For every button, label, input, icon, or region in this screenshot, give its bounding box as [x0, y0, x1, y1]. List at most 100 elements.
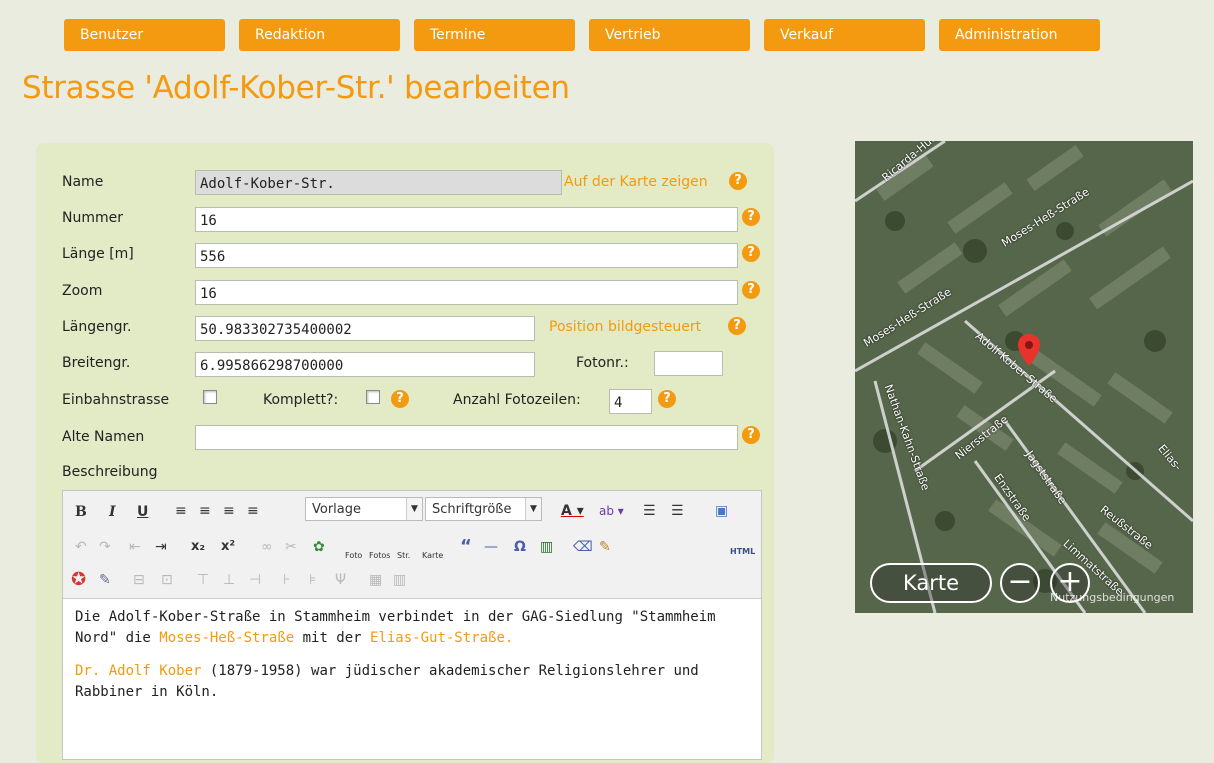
einbahn-checkbox[interactable] — [203, 390, 217, 404]
laengengr-field[interactable]: 50.983302735400002 — [195, 316, 535, 341]
font-size-select[interactable]: Schriftgröße ▼ — [425, 497, 542, 521]
align-center-icon[interactable]: ≡ — [199, 502, 211, 520]
numbered-list-icon[interactable]: ☰ — [671, 502, 684, 520]
cleanup-icon[interactable]: ✎ — [599, 538, 611, 556]
description-editor: B I U ≡ ≡ ≡ ≡ Vorlage ▼ Schriftgröße ▼ A ▾… — [62, 490, 762, 760]
insert-row-after-icon[interactable]: ⊥ — [223, 571, 235, 589]
breitengr-label: Breitengr. — [62, 355, 131, 371]
nummer-field[interactable]: 16 — [195, 207, 738, 232]
editor-content[interactable]: Die Adolf-Kober-Straße in Stammheim verb… — [63, 599, 761, 703]
align-right-icon[interactable]: ≡ — [223, 502, 235, 520]
street-button[interactable]: Str. — [397, 547, 410, 565]
subscript-button[interactable]: x₂ — [191, 538, 205, 556]
help-icon[interactable]: ? — [728, 317, 746, 335]
html-button[interactable]: HTML — [730, 543, 755, 561]
map-button[interactable]: Karte — [422, 547, 443, 565]
bold-button[interactable]: B — [75, 503, 87, 521]
einbahn-label: Einbahnstrasse — [62, 392, 170, 408]
moses-hess-link[interactable]: Moses-Heß-Straße — [159, 630, 294, 646]
help-icon[interactable]: ? — [391, 390, 409, 408]
beschreibung-label: Beschreibung — [62, 464, 158, 480]
help-icon[interactable]: ? — [742, 281, 760, 299]
help-icon[interactable]: ? — [742, 426, 760, 444]
bullet-list-icon[interactable]: ☰ — [643, 502, 656, 520]
alte-namen-label: Alte Namen — [62, 429, 145, 445]
quote-button[interactable]: “ — [460, 538, 472, 556]
alte-namen-field[interactable] — [195, 425, 738, 450]
table-col-icon[interactable]: ⊡ — [161, 571, 173, 589]
special-char-button[interactable]: Ω — [514, 538, 526, 556]
help-icon[interactable]: ? — [742, 244, 760, 262]
table-row-icon[interactable]: ⊟ — [133, 571, 145, 589]
nav-verkauf[interactable]: Verkauf — [764, 19, 925, 51]
underline-button[interactable]: U — [137, 503, 148, 521]
delete-row-icon[interactable]: ⊣ — [249, 571, 261, 589]
image-icon[interactable]: ✿ — [313, 538, 325, 556]
fotozeilen-field[interactable]: 4 — [609, 389, 652, 414]
eraser-icon[interactable]: ⌫ — [573, 538, 593, 556]
align-left-icon[interactable]: ≡ — [175, 502, 187, 520]
fotozeilen-label: Anzahl Fotozeilen: — [453, 392, 581, 408]
format-select-value: Vorlage — [312, 502, 362, 517]
help-icon[interactable]: ? — [729, 172, 747, 190]
editor-toolbar: B I U ≡ ≡ ≡ ≡ Vorlage ▼ Schriftgröße ▼ A ▾… — [63, 491, 761, 599]
split-cell-icon[interactable]: ▦ — [369, 571, 382, 589]
satellite-map[interactable]: Ricarda-Huch Moses-Heß-Straße Moses-Heß-… — [855, 141, 1193, 613]
insert-row-before-icon[interactable]: ⊤ — [197, 571, 209, 589]
fullscreen-icon[interactable]: ▣ — [715, 502, 728, 520]
komplett-label: Komplett?: — [263, 392, 339, 408]
chevron-down-icon: ▼ — [525, 498, 541, 520]
text-color-icon[interactable]: A ▾ — [561, 502, 584, 520]
nav-benutzer[interactable]: Benutzer — [64, 19, 225, 51]
insert-col-after-icon[interactable]: ⊧ — [309, 571, 316, 589]
page-title: Strasse 'Adolf-Kober-Str.' bearbeiten — [22, 70, 570, 106]
zoom-label: Zoom — [62, 283, 103, 299]
merge-cell-icon[interactable]: ▥ — [393, 571, 406, 589]
highlight-color-icon[interactable]: ab ▾ — [599, 502, 624, 520]
adolf-kober-link[interactable]: Dr. Adolf Kober — [75, 663, 201, 679]
name-label: Name — [62, 174, 104, 190]
align-justify-icon[interactable]: ≡ — [247, 502, 259, 520]
edit-icon[interactable]: ✎ — [99, 571, 111, 589]
komplett-checkbox[interactable] — [366, 390, 380, 404]
foto-button[interactable]: Foto — [345, 547, 362, 565]
undo-icon[interactable]: ↶ — [75, 538, 87, 556]
nav-redaktion[interactable]: Redaktion — [239, 19, 400, 51]
nav-termine[interactable]: Termine — [414, 19, 575, 51]
media-icon[interactable]: ▥ — [540, 538, 553, 556]
position-link[interactable]: Position bildgesteuert — [549, 319, 701, 335]
fotos-button[interactable]: Fotos — [369, 547, 390, 565]
help-icon[interactable]: ? — [658, 390, 676, 408]
redo-icon[interactable]: ↷ — [99, 538, 111, 556]
unlink-icon[interactable]: ✂ — [285, 538, 297, 556]
map-pin-icon[interactable] — [1018, 334, 1040, 366]
map-terms-link[interactable]: Nutzungsbedingungen — [1050, 591, 1174, 604]
italic-button[interactable]: I — [109, 503, 116, 521]
laenge-field[interactable]: 556 — [195, 243, 738, 268]
outdent-icon[interactable]: ⇤ — [129, 538, 141, 556]
show-on-map-link[interactable]: Auf der Karte zeigen — [564, 174, 708, 190]
fotonr-label: Fotonr.: — [576, 355, 629, 371]
help-icon[interactable]: ? — [742, 208, 760, 226]
laengengr-label: Längengr. — [62, 319, 132, 335]
help-lifebuoy-icon[interactable]: ✪ — [71, 571, 86, 589]
delete-col-icon[interactable]: Ψ — [335, 571, 346, 589]
nav-administration[interactable]: Administration — [939, 19, 1100, 51]
nav-vertrieb[interactable]: Vertrieb — [589, 19, 750, 51]
hr-button[interactable]: — — [484, 538, 498, 556]
format-select[interactable]: Vorlage ▼ — [305, 497, 423, 521]
description-paragraph: Dr. Adolf Kober (1879-1958) war jüdische… — [75, 661, 745, 703]
zoom-field[interactable]: 16 — [195, 280, 738, 305]
breitengr-field[interactable]: 6.995866298700000 — [195, 352, 535, 377]
nummer-label: Nummer — [62, 210, 123, 226]
indent-icon[interactable]: ⇥ — [155, 538, 167, 556]
elias-gut-link[interactable]: Elias-Gut-Straße. — [370, 630, 513, 646]
zoom-out-button[interactable]: − — [1000, 563, 1040, 603]
superscript-button[interactable]: x² — [221, 538, 235, 556]
map-type-button[interactable]: Karte — [870, 563, 992, 603]
chevron-down-icon: ▼ — [406, 498, 422, 520]
name-field[interactable]: Adolf-Kober-Str. — [195, 170, 562, 195]
insert-col-before-icon[interactable]: ⊦ — [283, 571, 290, 589]
link-icon[interactable]: ∞ — [261, 538, 273, 556]
fotonr-field[interactable] — [654, 351, 723, 376]
